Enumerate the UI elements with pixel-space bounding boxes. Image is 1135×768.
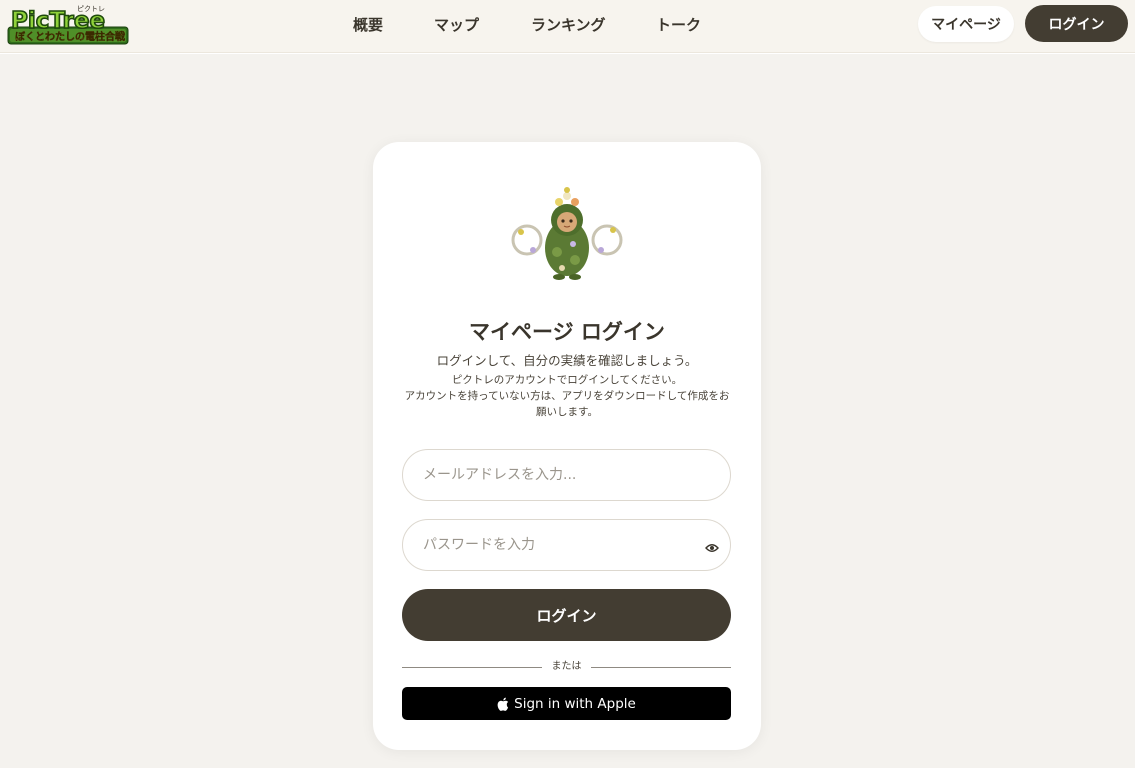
mascot-image [507, 182, 627, 282]
nav-ranking[interactable]: ランキング [531, 14, 606, 35]
or-divider: または [402, 660, 731, 674]
apple-button-label: Sign in with Apple [514, 695, 636, 712]
nav-overview[interactable]: 概要 [353, 14, 383, 35]
login-note: ピクトレのアカウントでログインしてください。 アカウントを持っていない方は、アプ… [403, 372, 731, 420]
email-input[interactable] [402, 449, 731, 501]
nav-talk[interactable]: トーク [656, 14, 701, 35]
nav-map[interactable]: マップ [434, 14, 479, 35]
login-note-line1: ピクトレのアカウントでログインしてください。 [451, 374, 683, 386]
login-title: マイページ ログイン [469, 320, 665, 344]
login-card: マイページ ログイン ログインして、自分の実績を確認しましょう。 ピクトレのアカ… [373, 142, 761, 750]
password-input[interactable] [402, 519, 731, 571]
apple-icon [497, 697, 509, 711]
login-button[interactable]: ログイン [402, 589, 731, 641]
header-login-button[interactable]: ログイン [1025, 5, 1128, 42]
eye-icon[interactable] [705, 539, 719, 552]
login-note-line2: アカウントを持っていない方は、アプリをダウンロードして作成をお願いします。 [404, 390, 730, 418]
sign-in-with-apple-button[interactable]: Sign in with Apple [402, 687, 731, 720]
divider-line-right [591, 667, 731, 668]
top-header: PicTree ピクトレ ぼくとわたしの電柱合戦 概要 マップ ランキング トー… [0, 0, 1135, 53]
login-subtitle: ログインして、自分の実績を確認しましょう。 [436, 353, 698, 368]
mypage-button[interactable]: マイページ [918, 6, 1014, 42]
